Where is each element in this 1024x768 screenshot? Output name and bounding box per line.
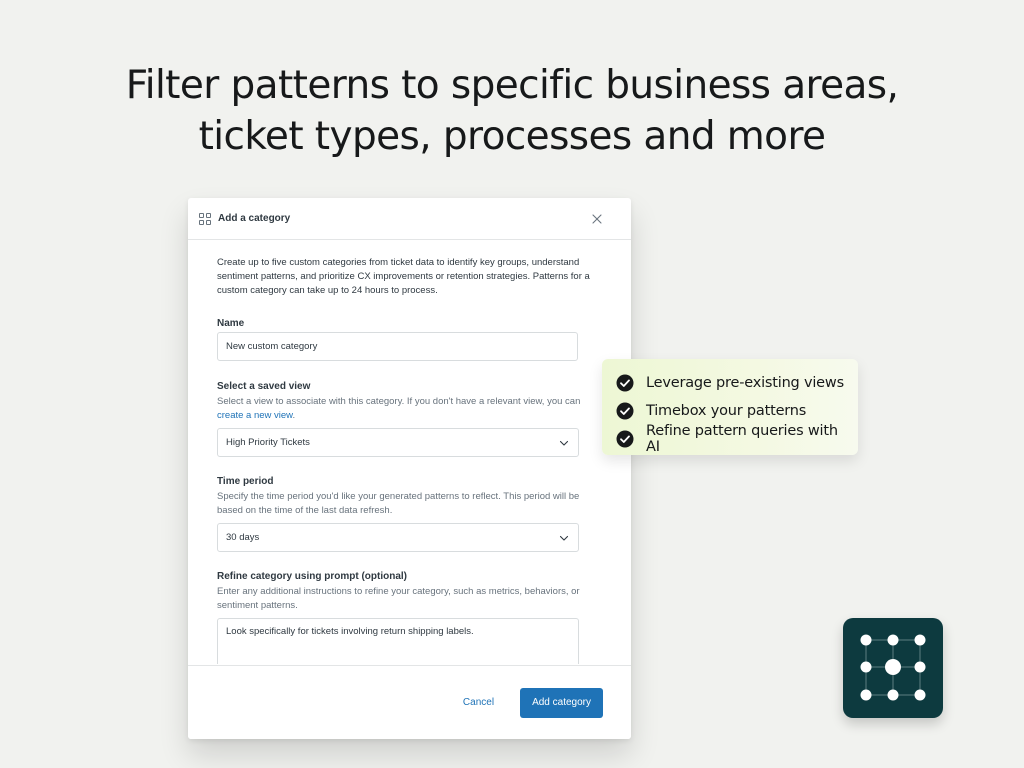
- app-tile: [843, 618, 943, 718]
- grid-icon: [198, 212, 212, 226]
- feature-item: Leverage pre-existing views: [616, 369, 844, 397]
- modal-header: Add a category: [188, 198, 631, 240]
- check-circle-icon: [616, 374, 634, 392]
- cancel-button[interactable]: Cancel: [463, 697, 494, 708]
- check-circle-icon: [616, 402, 634, 420]
- time-period-value: 30 days: [226, 532, 260, 543]
- headline-line-1: Filter patterns to specific business are…: [125, 63, 899, 108]
- name-label: Name: [217, 318, 245, 329]
- prompt-label: Refine category using prompt (optional): [217, 571, 408, 582]
- modal-description: Create up to five custom categories from…: [217, 257, 590, 296]
- feature-checklist: Leverage pre-existing views Timebox your…: [602, 359, 858, 455]
- close-icon: [592, 213, 602, 224]
- chevron-down-icon: [559, 440, 569, 446]
- time-period-label: Time period: [217, 476, 274, 487]
- time-period-help: Specify the time period you'd like your …: [217, 491, 580, 516]
- saved-view-value: High Priority Tickets: [226, 437, 310, 448]
- prompt-textarea[interactable]: Look specifically for tickets involving …: [217, 618, 579, 664]
- dot-grid-logo-icon: [860, 634, 926, 701]
- add-category-modal: Add a category Create up to five custom …: [188, 198, 631, 739]
- time-period-field-group: Time period Specify the time period you'…: [217, 476, 602, 552]
- check-circle-icon: [616, 430, 634, 448]
- saved-view-help-suffix: .: [292, 410, 296, 421]
- name-input-value: New custom category: [226, 341, 318, 352]
- prompt-field-group: Refine category using prompt (optional) …: [217, 571, 602, 664]
- feature-item: Timebox your patterns: [616, 397, 844, 425]
- feature-label: Leverage pre-existing views: [646, 375, 844, 391]
- saved-view-field-group: Select a saved view Select a view to ass…: [217, 381, 602, 457]
- feature-label: Timebox your patterns: [646, 403, 807, 419]
- page: Filter patterns to specific business are…: [0, 0, 1024, 768]
- headline: Filter patterns to specific business are…: [0, 60, 1024, 162]
- time-period-select[interactable]: 30 days: [217, 523, 579, 552]
- modal-title: Add a category: [218, 213, 291, 224]
- modal-body: Create up to five custom categories from…: [188, 240, 631, 664]
- modal-footer: Cancel Add category: [188, 665, 631, 739]
- prompt-help: Enter any additional instructions to ref…: [217, 586, 580, 611]
- headline-line-2: ticket types, processes and more: [198, 114, 826, 159]
- name-field-group: Name New custom category: [217, 318, 602, 361]
- close-button[interactable]: [589, 211, 605, 227]
- feature-label: Refine pattern queries with AI: [646, 423, 838, 455]
- create-new-view-link[interactable]: create a new view: [217, 410, 293, 421]
- saved-view-label: Select a saved view: [217, 381, 311, 392]
- name-input[interactable]: New custom category: [217, 332, 578, 361]
- saved-view-help: Select a view to associate with this cat…: [217, 395, 602, 423]
- saved-view-help-text: Select a view to associate with this cat…: [217, 396, 581, 407]
- add-category-button[interactable]: Add category: [520, 687, 603, 718]
- saved-view-select[interactable]: High Priority Tickets: [217, 428, 579, 457]
- feature-item: Refine pattern queries with AI: [616, 423, 844, 455]
- chevron-down-icon: [559, 535, 569, 541]
